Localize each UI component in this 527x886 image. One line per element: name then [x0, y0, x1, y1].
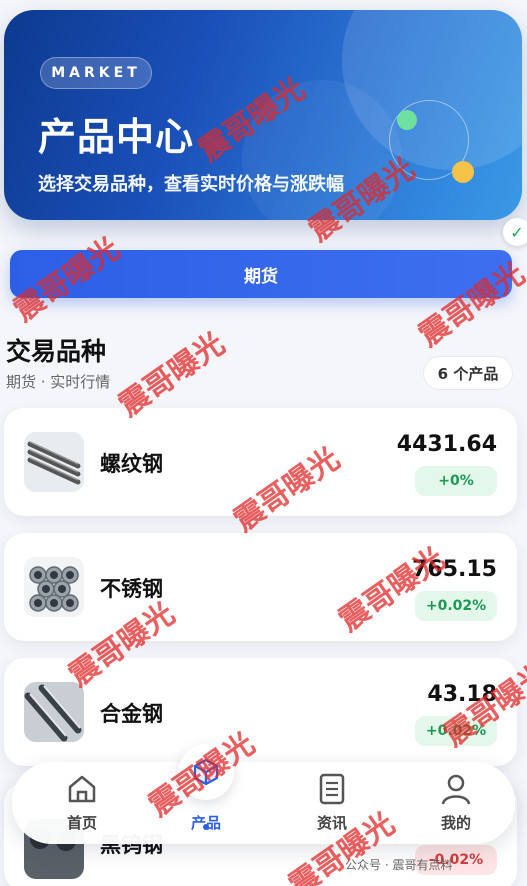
alloy-thumbnail: [24, 682, 84, 742]
section-subtitle: 期货 · 实时行情: [6, 373, 111, 391]
market-badge: MARKET: [40, 57, 152, 89]
home-icon: [68, 775, 96, 803]
user-icon: [441, 774, 471, 805]
product-price: 765.15: [412, 557, 497, 582]
page-title: 产品中心: [38, 115, 195, 159]
decor-dot-green: [397, 110, 417, 130]
nav-home-label: 首页: [66, 814, 97, 832]
news-icon: [319, 773, 345, 805]
product-count-badge: 6 个产品: [423, 356, 513, 390]
stainless-thumbnail: [24, 557, 84, 617]
nav-news-label: 资讯: [316, 814, 347, 832]
cube-icon: [193, 758, 219, 786]
nav-products-bubble[interactable]: [178, 744, 234, 800]
change-badge: +0.02%: [415, 591, 497, 621]
product-card-stainless[interactable]: 不锈钢 765.15 +0.02%: [4, 533, 517, 641]
change-badge: +0%: [415, 466, 497, 496]
nav-mine-label: 我的: [440, 814, 471, 832]
change-badge: +0.02%: [415, 716, 497, 746]
product-price: 43.18: [427, 682, 497, 707]
nav-mine[interactable]: 我的: [416, 772, 496, 834]
product-name: 螺纹钢: [100, 452, 163, 476]
product-name: 不锈钢: [100, 577, 163, 601]
check-icon[interactable]: ✓: [503, 218, 527, 246]
page-subtitle: 选择交易品种，查看实时价格与涨跌幅: [38, 174, 344, 195]
product-card-alloy[interactable]: 合金钢 43.18 +0.02%: [4, 658, 517, 766]
footer-note: 公众号 · 震哥有点料: [345, 858, 453, 872]
product-price: 4431.64: [396, 432, 497, 457]
rebar-thumbnail: [24, 432, 84, 492]
decor-dot-yellow: [452, 161, 474, 183]
bottom-nav: 首页 产品 资讯 我的: [12, 762, 515, 844]
hero-banner: MARKET 产品中心 选择交易品种，查看实时价格与涨跌幅: [4, 10, 522, 220]
product-center-page: MARKET 产品中心 选择交易品种，查看实时价格与涨跌幅 ✓ 期货 交易品种 …: [0, 0, 527, 886]
product-card-rebar[interactable]: 螺纹钢 4431.64 +0%: [4, 408, 517, 516]
nav-news[interactable]: 资讯: [292, 772, 372, 834]
tab-futures[interactable]: 期货: [10, 250, 512, 298]
active-indicator-dot: [203, 824, 209, 830]
nav-home[interactable]: 首页: [42, 772, 122, 834]
product-name: 合金钢: [100, 702, 163, 726]
section-title: 交易品种: [6, 337, 107, 366]
